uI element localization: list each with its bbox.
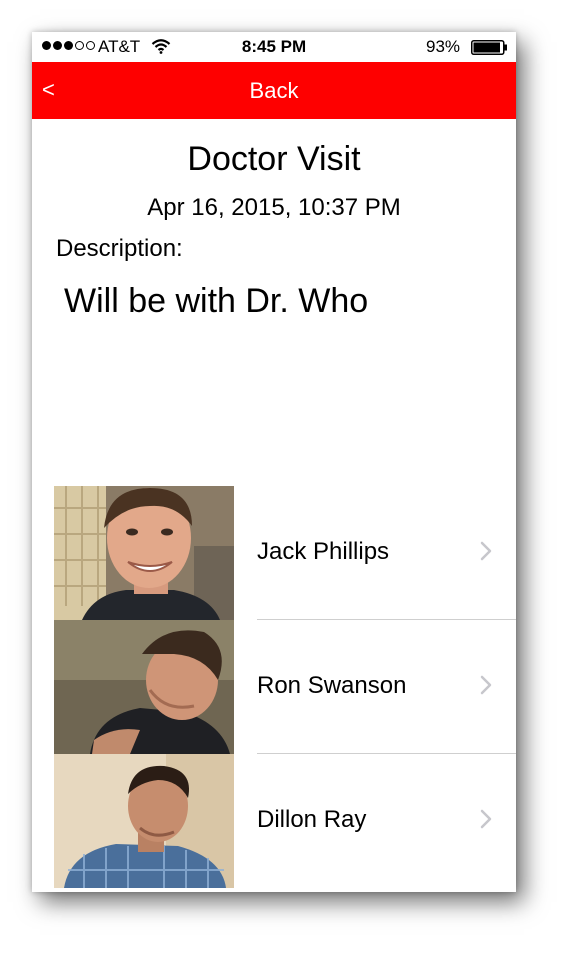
battery-icon [471,40,507,55]
description-text: Will be with Dr. Who [64,282,369,320]
event-date: Apr 16, 2015, 10:37 PM [147,194,401,221]
person-name: Jack Phillips [257,538,390,565]
battery-percentage: 93% [426,37,461,56]
person-row-dillon-ray[interactable]: Dillon Ray [32,754,516,888]
navigation-bar: < Back [32,62,516,119]
phone-screen: AT&T 8:45 PM 93% < Back Doctor Visit Apr… [32,32,516,892]
person-row-ron-swanson[interactable]: Ron Swanson [32,620,516,754]
event-title: Doctor Visit [187,140,361,178]
description-label: Description: [56,235,183,262]
chevron-right-icon [480,809,492,829]
people-list: Jack Phillips Ron Swanson Dillon Ray [32,486,516,888]
person-name: Ron Swanson [257,672,407,699]
avatar [54,486,234,620]
chevron-right-icon [480,675,492,695]
status-bar: AT&T 8:45 PM 93% [32,32,516,62]
person-name: Dillon Ray [257,806,367,833]
person-row-jack-phillips[interactable]: Jack Phillips [32,486,516,620]
back-button[interactable]: Back [32,78,516,104]
avatar [54,620,234,754]
chevron-right-icon [480,541,492,561]
avatar [54,754,234,888]
